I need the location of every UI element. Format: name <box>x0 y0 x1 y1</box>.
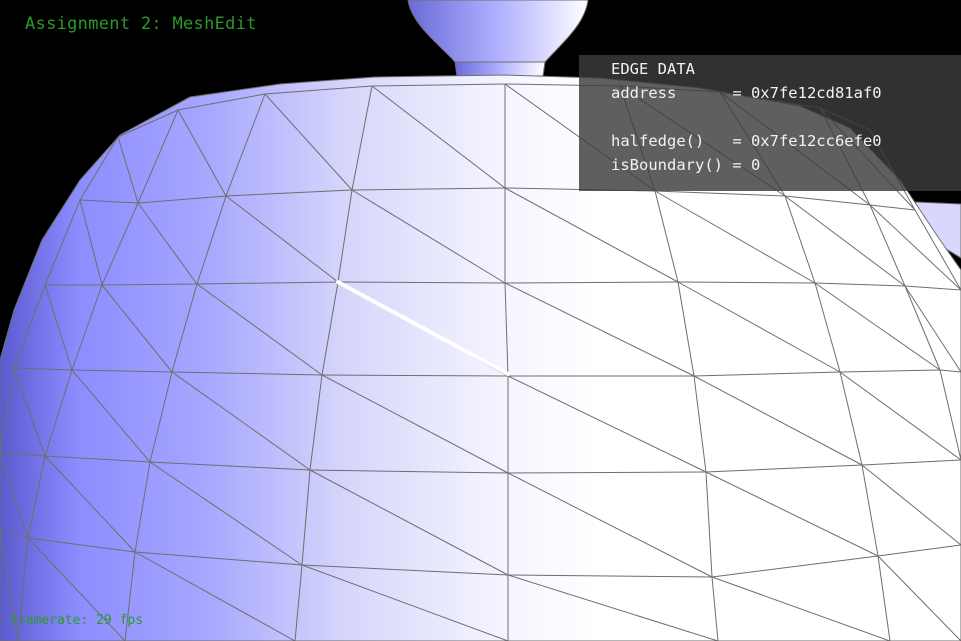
lid-knob-base <box>454 61 546 77</box>
edge-data-panel: EDGE DATA address = 0x7fe12cd81af0 halfe… <box>579 55 961 191</box>
edge-is-boundary: isBoundary() = 0 <box>611 156 761 174</box>
edge-address: address = 0x7fe12cd81af0 <box>611 84 882 102</box>
mesh-viewport[interactable]: Assignment 2: MeshEdit EDGE DATA address… <box>0 0 961 641</box>
app-title: Assignment 2: MeshEdit <box>25 14 257 34</box>
framerate-readout: Framerate: 29 fps <box>10 613 144 628</box>
panel-spacer <box>611 105 961 129</box>
panel-heading: EDGE DATA <box>611 60 695 78</box>
edge-halfedge: halfedge() = 0x7fe12cc6efe0 <box>611 132 882 150</box>
lid-knob <box>407 0 589 63</box>
